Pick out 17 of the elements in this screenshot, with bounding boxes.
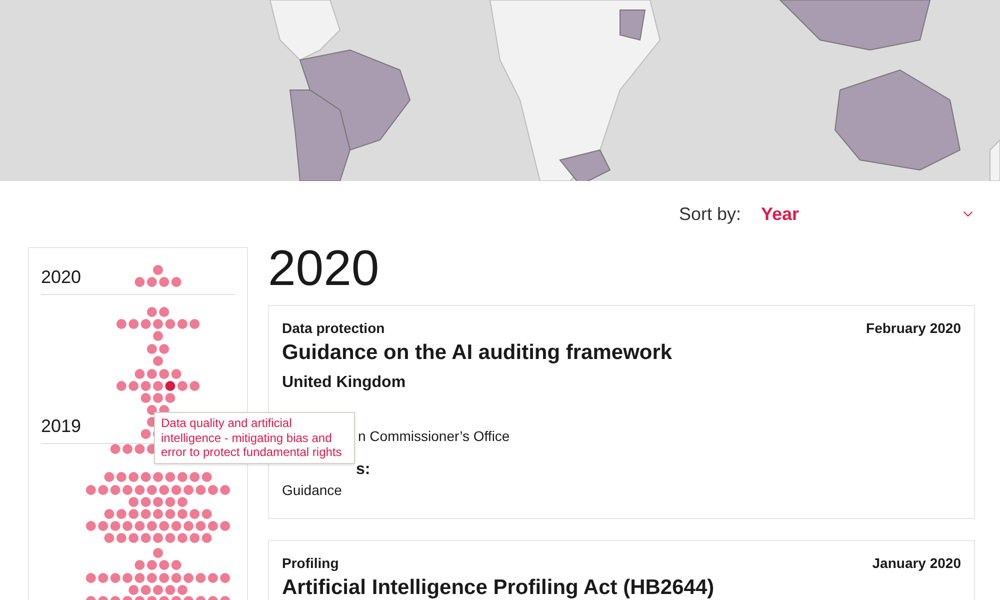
sort-label: Sort by: bbox=[678, 202, 741, 226]
card-title[interactable]: Guidance on the AI auditing framework bbox=[282, 341, 672, 365]
year-label: 2020 bbox=[41, 266, 82, 288]
card-title[interactable]: Artificial Intelligence Profiling Act (HB2644) bbox=[282, 576, 714, 600]
card-category: Data protection bbox=[282, 319, 385, 338]
sort-dropdown[interactable]: Year bbox=[761, 200, 976, 228]
card-category: Profiling bbox=[282, 554, 339, 573]
year-label: 2019 bbox=[41, 415, 82, 437]
card-date: January 2020 bbox=[872, 554, 961, 573]
card-field-value: n Commissioner’s Office bbox=[358, 427, 510, 446]
card-field-label: s: bbox=[356, 460, 370, 480]
year-heading: 2020 bbox=[268, 240, 380, 296]
card-field-value: Guidance bbox=[282, 481, 342, 500]
card-date: February 2020 bbox=[866, 319, 961, 338]
card-country: United Kingdom bbox=[282, 373, 407, 393]
tooltip: Data quality and artificial intelligence - mitigating bias and error to protect fundamental rights bbox=[154, 412, 355, 464]
highlighted-dot[interactable] bbox=[165, 381, 176, 391]
